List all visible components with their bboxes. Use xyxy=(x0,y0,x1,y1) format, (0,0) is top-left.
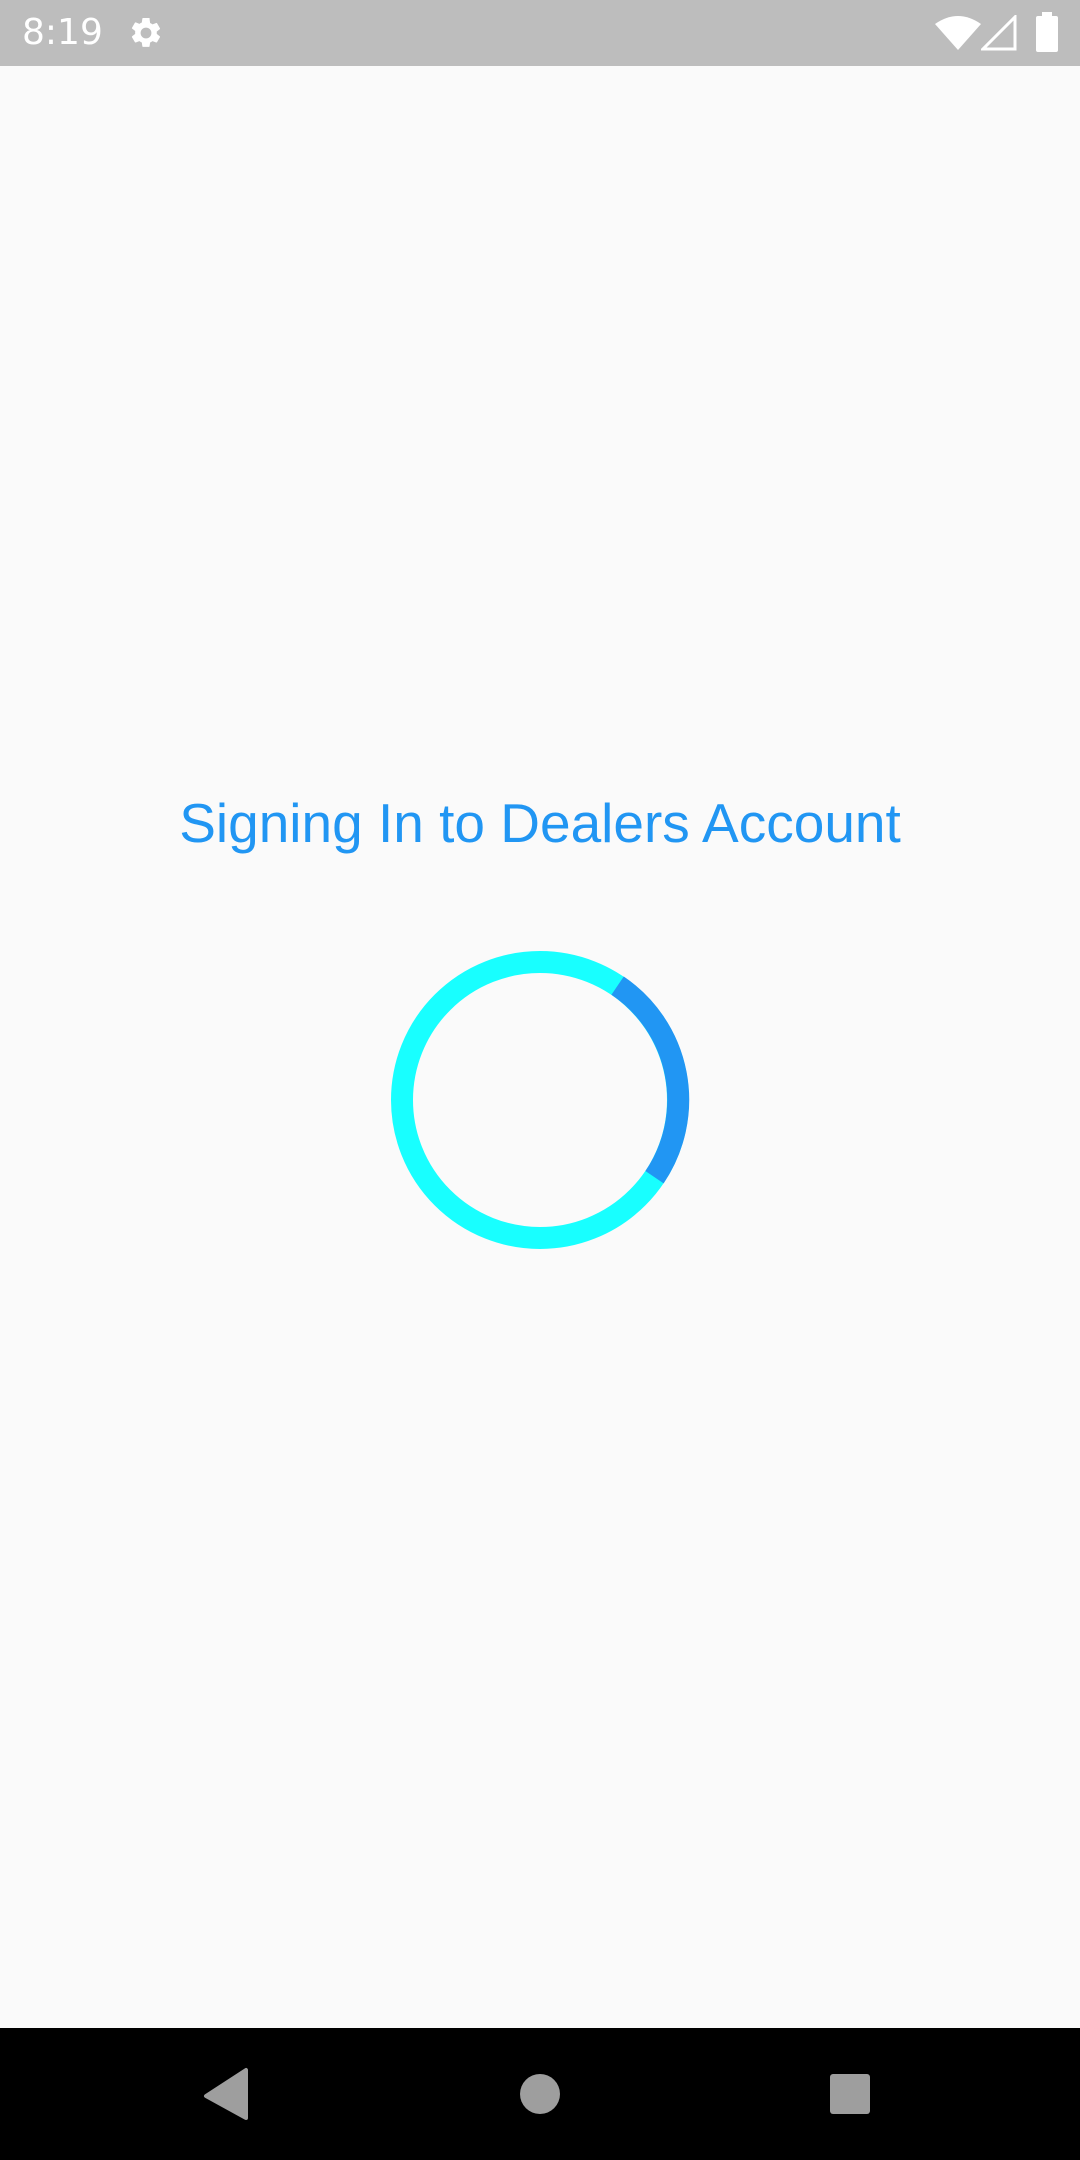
wifi-icon xyxy=(935,16,981,50)
spinner-arc xyxy=(611,976,690,1184)
loading-spinner xyxy=(391,951,690,1249)
page-title: Signing In to Dealers Account xyxy=(179,792,901,854)
signing-in-screen: Signing In to Dealers Account xyxy=(0,66,1080,2028)
status-bar: 8:19 xyxy=(0,0,1080,66)
recents-icon[interactable] xyxy=(822,2066,878,2122)
signal-icon xyxy=(981,15,1017,51)
status-time: 8:19 xyxy=(22,12,103,53)
gear-icon xyxy=(131,17,161,47)
back-icon[interactable] xyxy=(198,2066,254,2122)
battery-icon xyxy=(1036,12,1058,52)
home-icon[interactable] xyxy=(512,2066,568,2122)
